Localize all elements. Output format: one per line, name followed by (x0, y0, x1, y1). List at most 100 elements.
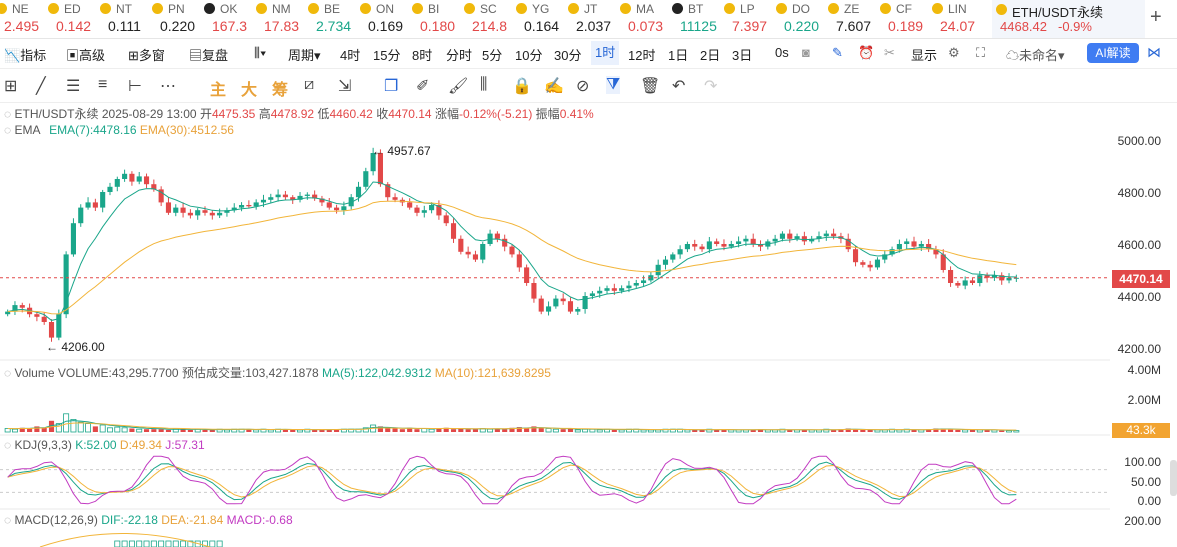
candle-body (334, 207, 340, 211)
candle-body (268, 197, 274, 200)
kdj-tick: 100.00 (1124, 455, 1161, 469)
candle-body (100, 192, 106, 208)
volume-bar (502, 429, 508, 432)
candle-body (619, 288, 625, 291)
volume-bar (560, 429, 566, 432)
candle-body (202, 210, 208, 213)
volume-bar (326, 429, 332, 432)
volume-bar (399, 429, 405, 432)
candle-body (107, 186, 113, 192)
candle-body (129, 173, 135, 182)
candle-body (896, 244, 902, 250)
volume-bar (414, 429, 420, 432)
volume-bar (450, 429, 457, 432)
volume-bar (63, 413, 70, 433)
share-icon[interactable]: ⋈ (1147, 44, 1161, 61)
volume-bar (860, 429, 866, 432)
candle-body (414, 207, 420, 213)
candle-body (122, 173, 128, 179)
price-tick: 5000.00 (1117, 134, 1161, 148)
volume-bar (223, 429, 230, 433)
volume-bar (121, 427, 128, 433)
candle-body (195, 210, 201, 216)
volume-bar (596, 429, 603, 433)
chart-canvas[interactable] (0, 0, 1110, 547)
add-tab-button[interactable]: + (1150, 6, 1162, 29)
volume-bar (699, 429, 705, 432)
macd-bar (209, 540, 216, 547)
volume-bar (714, 429, 720, 432)
volume-bar (151, 429, 157, 432)
candle-body (721, 244, 727, 247)
candle-body (114, 179, 120, 187)
volume-bar (267, 429, 274, 433)
volume-bar (158, 429, 164, 432)
candle-body (706, 241, 712, 250)
volume-bar (77, 421, 84, 433)
volume-bar (692, 429, 698, 432)
macd-bar (128, 540, 135, 547)
volume-bar (867, 429, 873, 432)
candle-body (633, 283, 639, 286)
candle-body (582, 296, 588, 309)
candle-body (823, 233, 829, 237)
macd-bar (180, 540, 187, 547)
candle-body (516, 254, 522, 268)
candle-body (443, 215, 449, 224)
candle-body (326, 202, 332, 208)
price-tick: 4600.00 (1117, 238, 1161, 252)
volume-bar (955, 429, 961, 432)
volume-bar (202, 429, 208, 432)
price-tick: 4800.00 (1117, 186, 1161, 200)
scroll-handle[interactable] (1170, 460, 1177, 496)
candle-body (611, 288, 617, 291)
candle-body (801, 236, 807, 242)
candle-body (794, 236, 800, 239)
macd-tick: 200.00 (1124, 514, 1161, 528)
volume-bar (114, 426, 121, 433)
volume-bar (911, 429, 917, 432)
candle-body (143, 176, 150, 185)
volume-bar (143, 429, 150, 432)
candle-body (597, 290, 603, 294)
candle-body (260, 199, 267, 203)
kdj-tick: 50.00 (1130, 475, 1161, 489)
candle-body (626, 285, 632, 289)
macd-bar (216, 540, 223, 547)
candle-body (772, 238, 778, 242)
candle-body (480, 244, 486, 260)
volume-tick: 4.00M (1127, 363, 1161, 377)
candle-body (48, 322, 55, 338)
low-mark: ← 4206.00 (46, 340, 105, 354)
candle-body (407, 202, 413, 208)
candle-body (70, 223, 76, 255)
macd-bar (114, 540, 121, 547)
candle-body (750, 238, 756, 244)
volume-bar (27, 428, 33, 432)
volume-bar (611, 429, 617, 432)
candle-body (363, 171, 369, 187)
volume-bar (392, 428, 398, 432)
volume-bar (34, 426, 40, 432)
kdj-k-line (7, 461, 1017, 501)
candle-body (692, 244, 698, 247)
candle-body (34, 314, 40, 317)
candle-body (699, 246, 705, 250)
volume-bar (290, 429, 296, 432)
candle-body (275, 194, 281, 198)
candle-body (948, 270, 954, 283)
volume-tag: 43.3k (1112, 423, 1170, 438)
candle-body (684, 244, 690, 250)
candle-body (92, 202, 98, 208)
candle-body (63, 254, 69, 315)
candle-body (714, 241, 720, 244)
candle-body (969, 280, 976, 283)
candle-body (173, 207, 179, 213)
candle-body (867, 264, 873, 268)
volume-bar (896, 429, 903, 433)
candle-body (589, 293, 595, 296)
candle-body (246, 205, 252, 207)
candle-body (304, 194, 310, 196)
candle-body (655, 264, 661, 276)
candle-body (472, 254, 479, 260)
